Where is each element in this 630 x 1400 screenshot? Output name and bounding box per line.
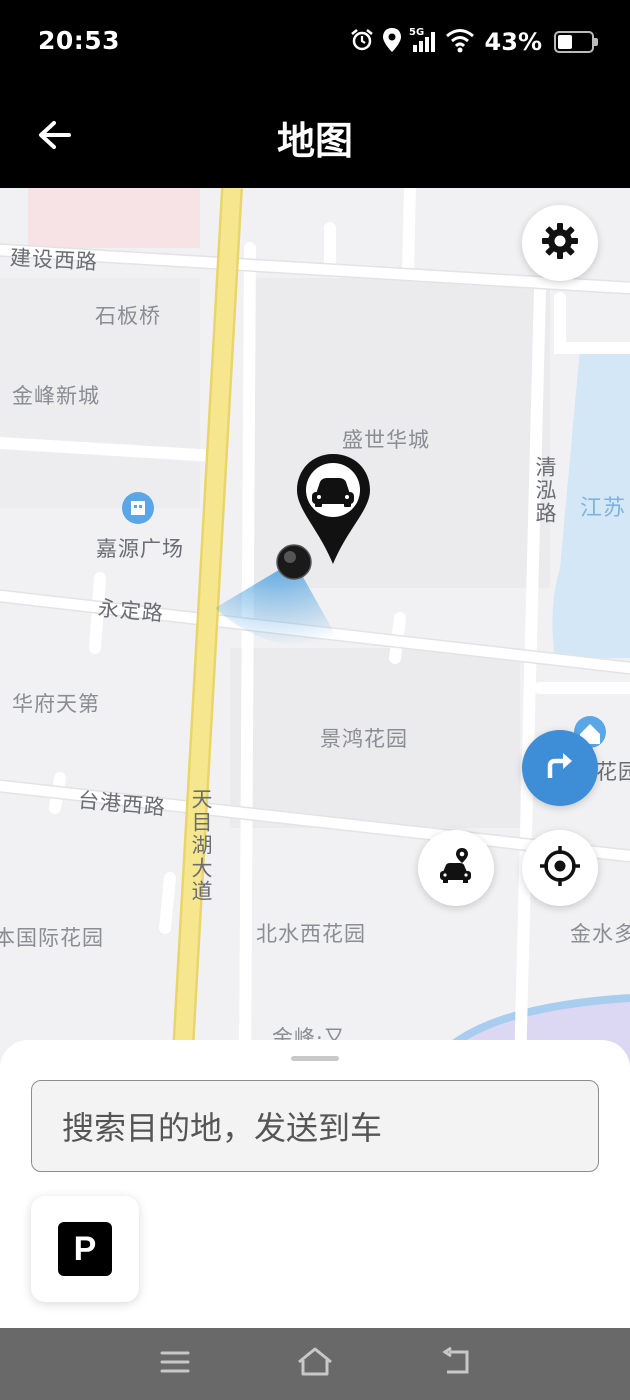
- network-label: 5G: [409, 27, 424, 38]
- location-icon: [381, 27, 403, 57]
- status-bar: 20:53 5G 43%: [0, 0, 630, 86]
- menu-button[interactable]: [153, 1342, 197, 1386]
- map-label-place: 华府天第: [12, 692, 100, 716]
- gear-icon: [540, 221, 580, 265]
- map-label-place: 本国际花园: [0, 926, 104, 950]
- map-label-place: 景鸿花园: [320, 727, 408, 751]
- settings-button[interactable]: [522, 205, 598, 281]
- back-nav-button[interactable]: [433, 1342, 477, 1386]
- home-icon: [295, 1346, 335, 1382]
- signal-icon: 5G: [409, 26, 439, 58]
- destination-search-input[interactable]: 搜索目的地，发送到车: [31, 1080, 599, 1172]
- map-label-road: 建设西路: [9, 245, 99, 275]
- battery-icon: [554, 31, 598, 53]
- map-label-place: 金峰新城: [12, 384, 100, 408]
- status-icons: 5G 43%: [349, 26, 598, 58]
- search-placeholder: 搜索目的地，发送到车: [62, 1109, 383, 1147]
- sheet-drag-handle[interactable]: [291, 1056, 339, 1061]
- navigate-button[interactable]: [522, 730, 598, 806]
- crosshair-icon: [538, 844, 582, 892]
- map-label-place: 北水西花园: [256, 922, 366, 946]
- bottom-sheet: 搜索目的地，发送到车 P: [0, 1040, 630, 1328]
- car-location-button[interactable]: [418, 830, 494, 906]
- back-icon: [437, 1346, 473, 1382]
- alarm-icon: [349, 27, 375, 57]
- parking-icon: P: [58, 1222, 112, 1276]
- system-nav-bar: [0, 1328, 630, 1400]
- battery-percent: 43%: [484, 28, 542, 56]
- home-button[interactable]: [293, 1342, 337, 1386]
- plaza-poi-icon: [122, 492, 154, 524]
- app-header: 地图: [0, 86, 630, 188]
- map-view[interactable]: 建设西路 石板桥 金峰新城 盛世华城 嘉源广场 永定路 清泓路 江苏 华府天第 …: [0, 188, 630, 1068]
- map-label-road: 天目湖大道: [189, 788, 213, 903]
- parking-button[interactable]: P: [31, 1196, 139, 1302]
- my-location-button[interactable]: [522, 830, 598, 906]
- map-label-place: 盛世华城: [342, 428, 430, 452]
- map-label-place: 石板桥: [95, 304, 161, 328]
- location-dot: [276, 544, 312, 580]
- map-label-poi: 嘉源广场: [96, 537, 184, 561]
- turn-right-icon: [542, 748, 578, 788]
- status-time: 20:53: [38, 26, 121, 55]
- map-label-place: 金水多: [570, 922, 630, 946]
- page-title: 地图: [276, 119, 353, 163]
- map-label-water: 江苏: [580, 496, 627, 521]
- wifi-icon: [445, 27, 475, 57]
- map-label-poi: 花园: [596, 760, 630, 784]
- map-label-road: 永定路: [96, 596, 165, 626]
- menu-icon: [159, 1348, 191, 1380]
- car-pin-icon: [436, 846, 476, 890]
- map-label-road: 清泓路: [533, 456, 557, 525]
